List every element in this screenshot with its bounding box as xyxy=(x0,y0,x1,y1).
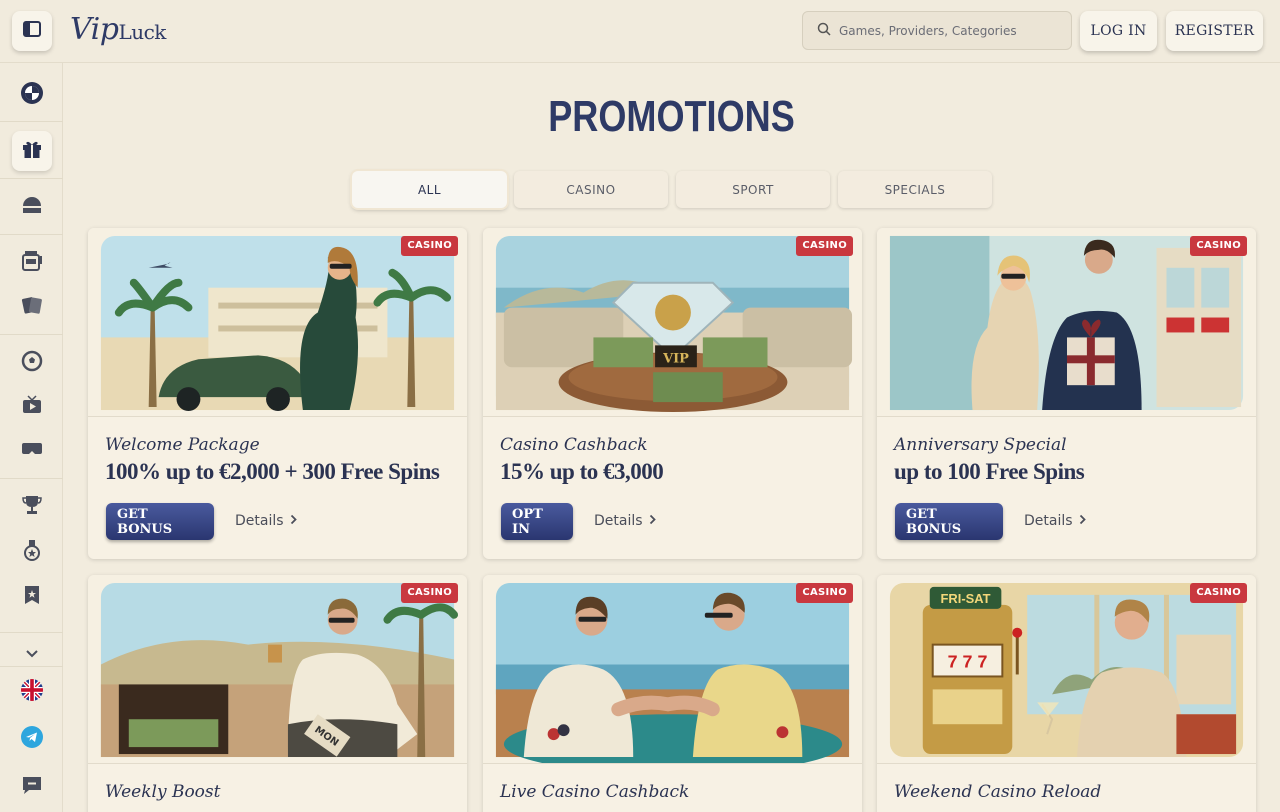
promo-subtitle: Weekend Casino Reload xyxy=(894,782,1102,802)
tab-specials[interactable]: SPECIALS xyxy=(838,171,992,208)
chevron-down-icon xyxy=(25,644,39,663)
chevron-right-icon xyxy=(1079,513,1086,529)
casino-badge: CASINO xyxy=(1190,236,1247,256)
casino-badge: CASINO xyxy=(401,236,458,256)
search-bar[interactable] xyxy=(802,11,1072,50)
telegram-icon xyxy=(20,725,44,753)
details-link[interactable]: Details xyxy=(594,513,656,529)
get-bonus-button[interactable]: GET BONUS xyxy=(895,503,1003,540)
promo-card-casino-cashback[interactable]: VIP CASINO Casino Cashback 15% up to €3,… xyxy=(483,228,862,559)
left-sidebar xyxy=(0,63,63,812)
login-button[interactable]: LOG IN xyxy=(1080,11,1157,51)
promo-image-welcome: CASINO xyxy=(88,228,467,417)
slot-machine-icon xyxy=(21,250,43,276)
tab-all[interactable]: ALL xyxy=(352,171,507,208)
sidebar-toggle-icon xyxy=(23,21,41,41)
medal-icon xyxy=(21,539,43,565)
details-link[interactable]: Details xyxy=(1024,513,1086,529)
chat-icon xyxy=(21,774,43,800)
promo-subtitle: Casino Cashback xyxy=(500,435,648,455)
details-label: Details xyxy=(594,513,643,529)
cards-icon xyxy=(21,294,43,320)
sidebar-item-promotions[interactable] xyxy=(12,131,52,171)
sidebar-item-tournaments[interactable] xyxy=(12,487,52,527)
logo-luck-text: Luck xyxy=(118,20,166,44)
logo-vip-text: Vip xyxy=(70,12,119,47)
promo-image-weekly-boost: MON CASINO xyxy=(88,575,467,764)
sidebar-item-slots[interactable] xyxy=(12,243,52,283)
sidebar-item-live[interactable] xyxy=(12,387,52,427)
sidebar-toggle-button[interactable] xyxy=(12,11,52,51)
sidebar-item-virtual[interactable] xyxy=(12,431,52,471)
promo-card-welcome-package[interactable]: CASINO Welcome Package 100% up to €2,000… xyxy=(88,228,467,559)
vr-headset-icon xyxy=(20,440,44,462)
promo-subtitle: Anniversary Special xyxy=(894,435,1067,455)
casino-building-icon xyxy=(21,195,43,219)
telegram-link[interactable] xyxy=(12,719,52,759)
search-icon xyxy=(817,21,831,40)
support-chat-button[interactable] xyxy=(12,767,52,807)
tab-sport[interactable]: SPORT xyxy=(676,171,830,208)
promo-image-live-cashback: CASINO xyxy=(483,575,862,764)
vipluck-logo[interactable]: VipLuck xyxy=(70,12,166,52)
promo-subtitle: Weekly Boost xyxy=(105,782,221,802)
promo-card-weekend-casino-reload[interactable]: FRI-SAT 7 7 7 CASINO Weekend Casino Relo… xyxy=(877,575,1256,812)
promo-image-weekend-reload: FRI-SAT 7 7 7 CASINO xyxy=(877,575,1256,764)
casino-badge: CASINO xyxy=(796,236,853,256)
opt-in-button[interactable]: OPT IN xyxy=(501,503,573,540)
promo-title: up to 100 Free Spins xyxy=(894,459,1085,484)
bookmark-star-icon xyxy=(22,584,42,610)
sidebar-item-sports[interactable] xyxy=(12,343,52,383)
bmw-icon xyxy=(20,81,44,109)
sidebar-item-vip[interactable] xyxy=(12,532,52,572)
sidebar-item-bmw[interactable] xyxy=(12,75,52,115)
page-title: PROMOTIONS xyxy=(548,92,795,141)
promo-image-cashback: VIP CASINO xyxy=(483,228,862,417)
promo-card-weekly-boost[interactable]: MON CASINO Weekly Boost xyxy=(88,575,467,812)
tv-play-icon xyxy=(21,394,43,420)
uk-flag-icon xyxy=(20,678,44,706)
details-label: Details xyxy=(235,513,284,529)
chevron-right-icon xyxy=(649,513,656,529)
register-button[interactable]: REGISTER xyxy=(1166,11,1263,51)
gift-icon xyxy=(21,138,43,164)
sidebar-item-favorites[interactable] xyxy=(12,577,52,617)
soccer-ball-icon xyxy=(21,350,43,376)
tab-casino[interactable]: CASINO xyxy=(514,171,668,208)
get-bonus-button[interactable]: GET BONUS xyxy=(106,503,214,540)
promo-card-anniversary-special[interactable]: CASINO Anniversary Special up to 100 Fre… xyxy=(877,228,1256,559)
vip-plate-text: VIP xyxy=(662,351,689,366)
promo-subtitle: Welcome Package xyxy=(105,435,260,455)
search-input[interactable] xyxy=(839,23,1059,38)
promo-title: 100% up to €2,000 + 300 Free Spins xyxy=(105,459,440,484)
sidebar-item-table-games[interactable] xyxy=(12,287,52,327)
svg-text:7 7 7: 7 7 7 xyxy=(948,652,988,672)
casino-badge: CASINO xyxy=(1190,583,1247,603)
promo-card-live-casino-cashback[interactable]: CASINO Live Casino Cashback xyxy=(483,575,862,812)
trophy-icon xyxy=(21,494,43,520)
details-link[interactable]: Details xyxy=(235,513,297,529)
details-label: Details xyxy=(1024,513,1073,529)
fri-sat-sign-text: FRI-SAT xyxy=(941,591,991,606)
promo-subtitle: Live Casino Cashback xyxy=(500,782,690,802)
language-selector[interactable] xyxy=(12,672,52,712)
sidebar-item-casino[interactable] xyxy=(12,187,52,227)
top-header: VipLuck LOG IN REGISTER xyxy=(0,0,1280,63)
promo-title: 15% up to €3,000 xyxy=(500,459,664,484)
casino-badge: CASINO xyxy=(796,583,853,603)
chevron-right-icon xyxy=(290,513,297,529)
promo-image-anniversary: CASINO xyxy=(877,228,1256,417)
casino-badge: CASINO xyxy=(401,583,458,603)
